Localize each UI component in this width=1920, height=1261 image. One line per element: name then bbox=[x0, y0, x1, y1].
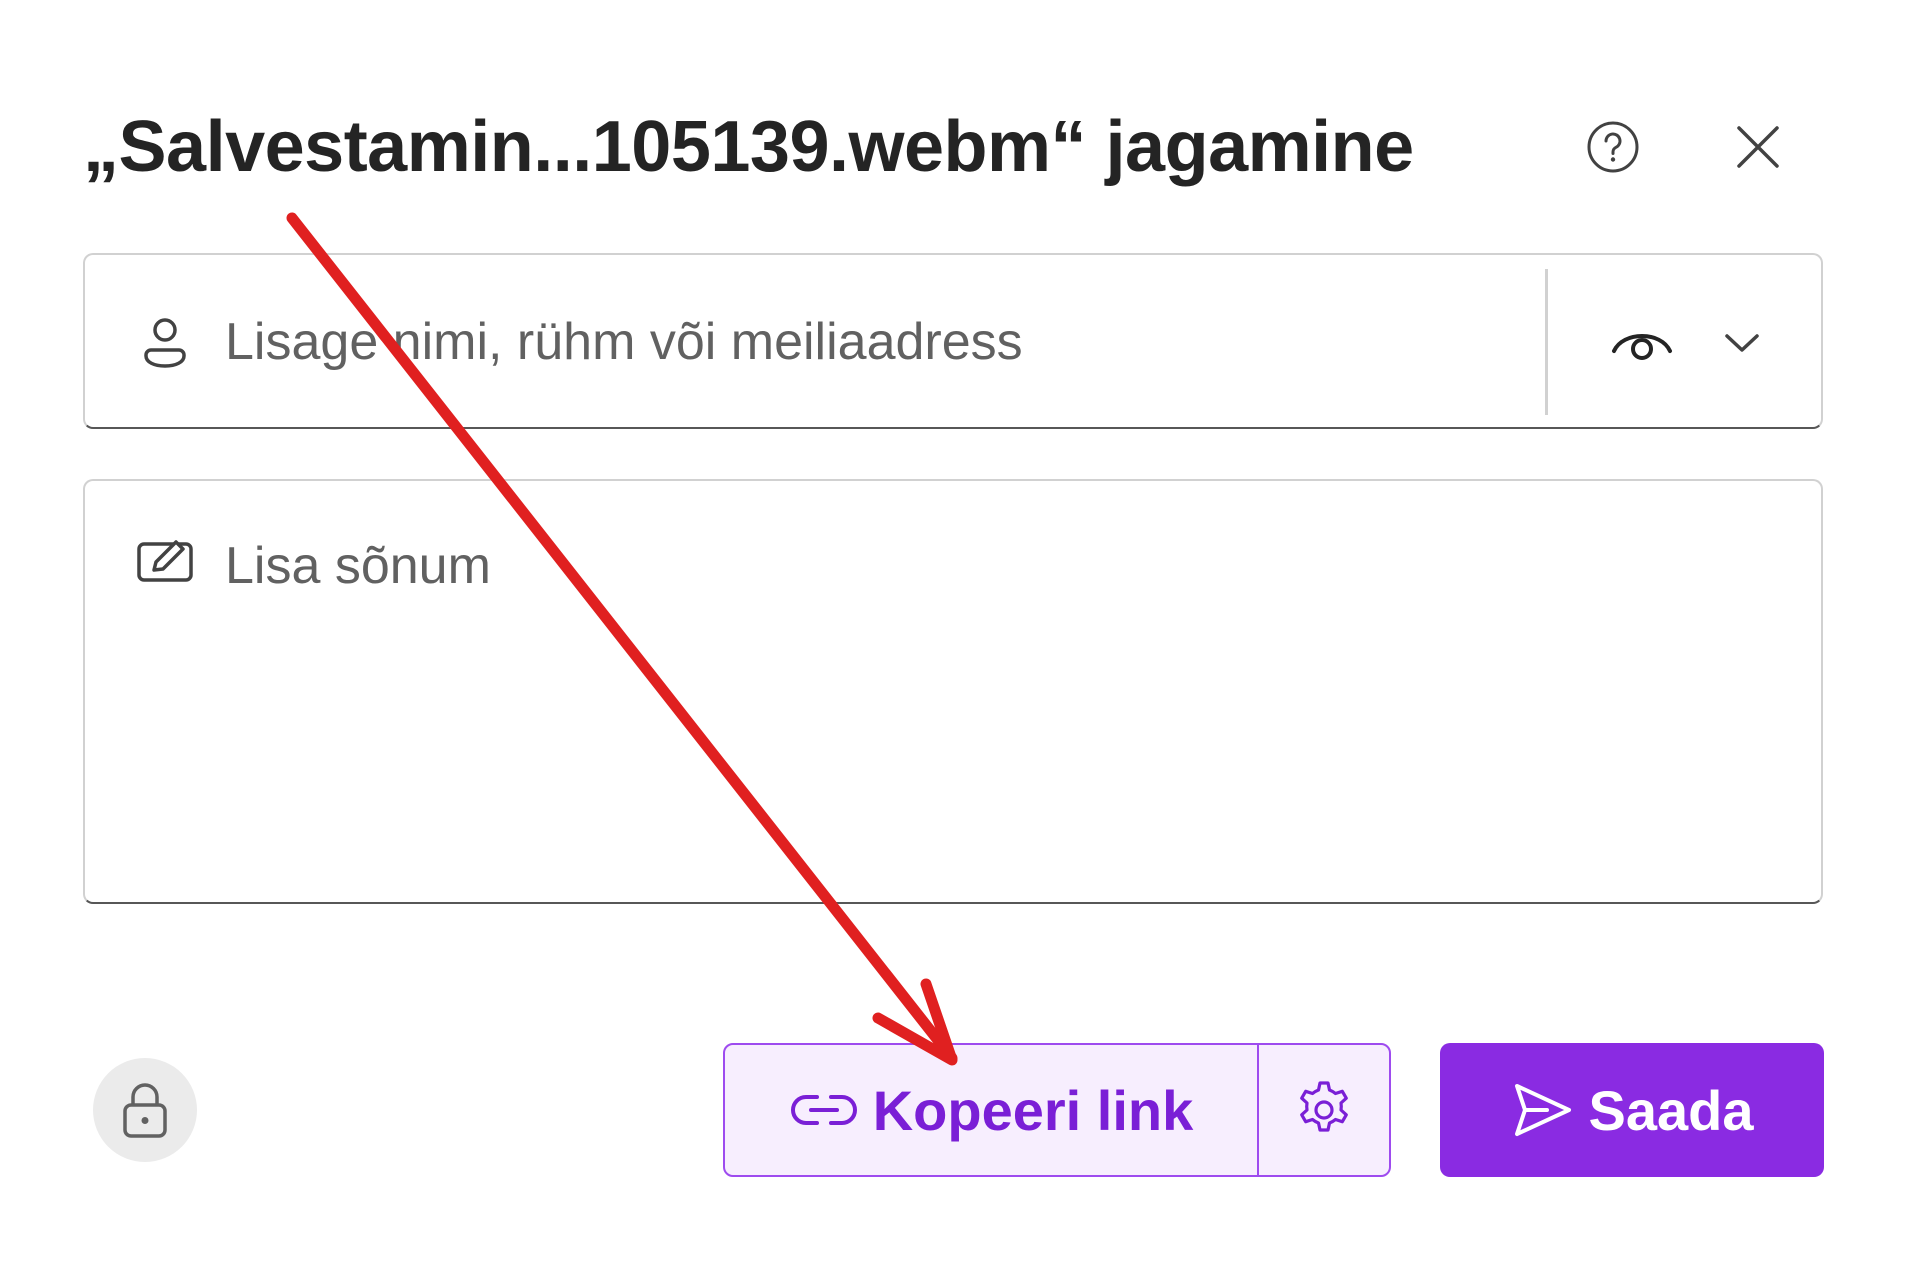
people-search-input[interactable] bbox=[225, 307, 1525, 377]
person-icon bbox=[135, 312, 195, 372]
copy-link-label: Kopeeri link bbox=[872, 1078, 1194, 1142]
link-access-lock-button[interactable] bbox=[93, 1058, 197, 1162]
copy-link-button[interactable]: Kopeeri link bbox=[725, 1045, 1259, 1175]
eye-icon bbox=[1612, 334, 1672, 360]
share-dialog: „Salvestamin...105139.webm“ jagamine Lis… bbox=[0, 0, 1920, 1261]
lock-icon bbox=[123, 1083, 167, 1138]
send-label: Saada bbox=[1588, 1078, 1754, 1142]
send-icon bbox=[1514, 1084, 1571, 1136]
dialog-title: „Salvestamin...105139.webm“ jagamine bbox=[83, 107, 1414, 187]
gear-icon bbox=[1300, 1081, 1348, 1132]
question-circle-icon bbox=[1587, 121, 1639, 173]
dialog-header: „Salvestamin...105139.webm“ jagamine bbox=[83, 100, 1803, 210]
people-picker[interactable] bbox=[83, 253, 1823, 429]
link-icon bbox=[790, 1095, 857, 1125]
copy-link-group: Kopeeri link bbox=[723, 1043, 1391, 1177]
link-settings-button[interactable] bbox=[1259, 1045, 1389, 1175]
field-divider bbox=[1545, 269, 1548, 415]
edit-icon bbox=[135, 531, 195, 591]
help-button[interactable] bbox=[1578, 112, 1648, 182]
close-icon bbox=[1737, 126, 1779, 168]
permission-dropdown[interactable] bbox=[1585, 295, 1785, 391]
close-button[interactable] bbox=[1723, 112, 1793, 182]
chevron-down-icon bbox=[1725, 334, 1759, 352]
message-box[interactable] bbox=[83, 479, 1823, 904]
send-button[interactable]: Saada bbox=[1440, 1043, 1824, 1177]
message-input[interactable] bbox=[225, 533, 1725, 833]
